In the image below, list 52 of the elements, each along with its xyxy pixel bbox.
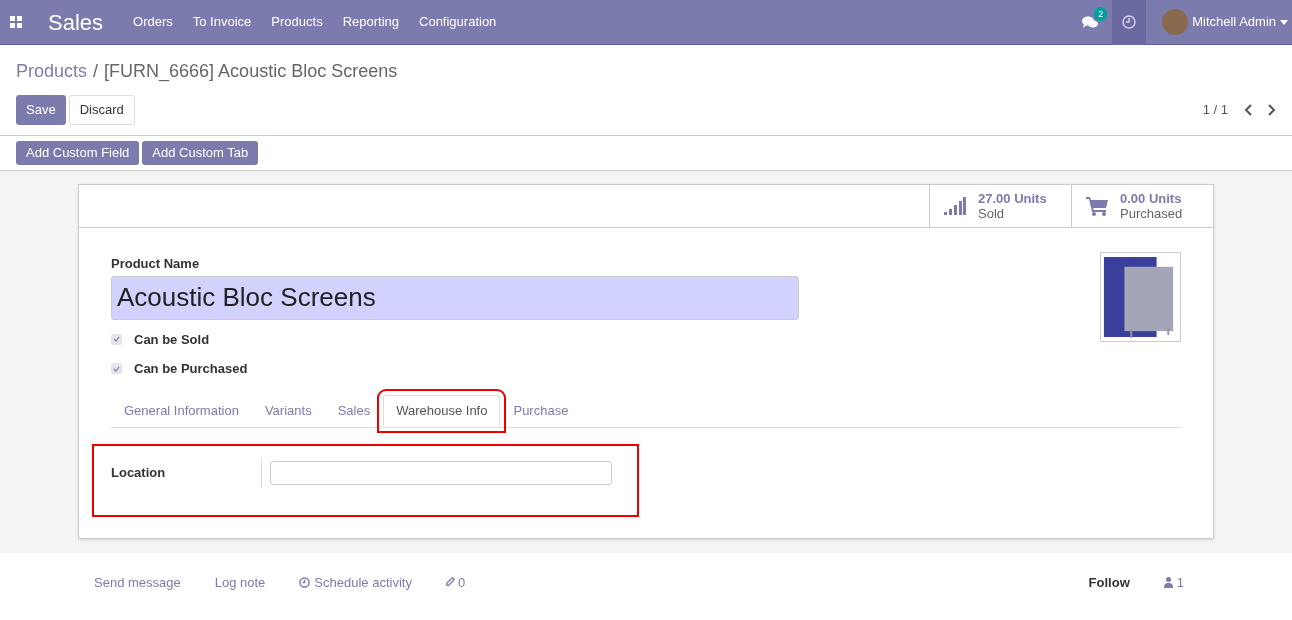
form-tab[interactable]: General Information <box>111 394 252 427</box>
form-tab[interactable]: Purchase <box>500 394 582 427</box>
user-name[interactable]: Mitchell Admin <box>1192 12 1276 32</box>
studio-button[interactable]: Add Custom Field <box>16 141 140 165</box>
form-tab[interactable]: Sales <box>324 394 384 427</box>
breadcrumb-current: [FURN_6666] Acoustic Bloc Screens <box>104 60 398 84</box>
app-name: Sales <box>48 8 104 37</box>
clock-icon <box>1122 15 1137 29</box>
chat-bubbles-icon[interactable] <box>1082 15 1099 29</box>
person-icon <box>1163 577 1173 589</box>
studio-button[interactable]: Add Custom Tab <box>142 141 259 165</box>
menu-item[interactable]: Orders <box>123 12 183 32</box>
checkbox[interactable] <box>111 333 122 345</box>
checkbox-label: Can be Sold <box>134 330 210 349</box>
breadcrumb-separator: / <box>93 60 99 83</box>
smart-button[interactable]: 0.00 Units Purchased <box>1071 185 1213 227</box>
schedule-activity-link[interactable]: Schedule activity <box>299 573 412 593</box>
menu-item[interactable]: Reporting <box>332 12 409 32</box>
smart-button[interactable]: 27.00 Units Sold <box>929 185 1071 227</box>
checkbox-label: Can be Purchased <box>134 360 248 378</box>
signal-bars-icon <box>944 197 966 215</box>
smart-button-label: Sold <box>978 206 1006 221</box>
clock-icon <box>299 577 311 589</box>
breadcrumb-link[interactable]: Products <box>16 58 88 85</box>
apps-grid-icon[interactable] <box>10 16 22 28</box>
attachments-link[interactable]: 0 <box>445 573 466 593</box>
log-note-link[interactable]: Log note <box>214 573 266 593</box>
checkbox[interactable] <box>111 363 122 375</box>
followers-link[interactable]: 1 <box>1163 573 1184 593</box>
menu-item[interactable]: To Invoice <box>182 12 262 32</box>
caret-icon[interactable] <box>1280 19 1288 25</box>
save-button[interactable]: Save <box>16 95 66 125</box>
smart-button-value: 27.00 Units <box>978 191 1047 206</box>
activity-button[interactable] <box>1112 0 1147 45</box>
field-label: Location <box>111 464 167 483</box>
message-count-badge: 2 <box>1094 7 1108 21</box>
chevron-right-icon[interactable] <box>1268 104 1276 116</box>
smart-button-label: Purchased <box>1120 206 1183 221</box>
field-label: Product Name <box>111 255 201 273</box>
chevron-left-icon[interactable] <box>1244 104 1252 116</box>
form-tab[interactable]: Variants <box>251 394 325 427</box>
follow-button[interactable]: Follow <box>1088 573 1130 593</box>
pager-value: 1 / 1 <box>1202 101 1228 120</box>
discard-button[interactable]: Discard <box>68 95 135 125</box>
cart-icon <box>1086 196 1108 216</box>
location-input[interactable] <box>270 461 612 485</box>
menu-item[interactable]: Products <box>261 12 333 32</box>
product-name-input[interactable]: Acoustic Bloc Screens <box>111 275 799 320</box>
menu-item[interactable]: Configuration <box>409 12 507 32</box>
paperclip-icon <box>445 577 455 589</box>
smart-button-value: 0.00 Units <box>1120 191 1183 206</box>
send-message-link[interactable]: Send message <box>94 573 181 593</box>
